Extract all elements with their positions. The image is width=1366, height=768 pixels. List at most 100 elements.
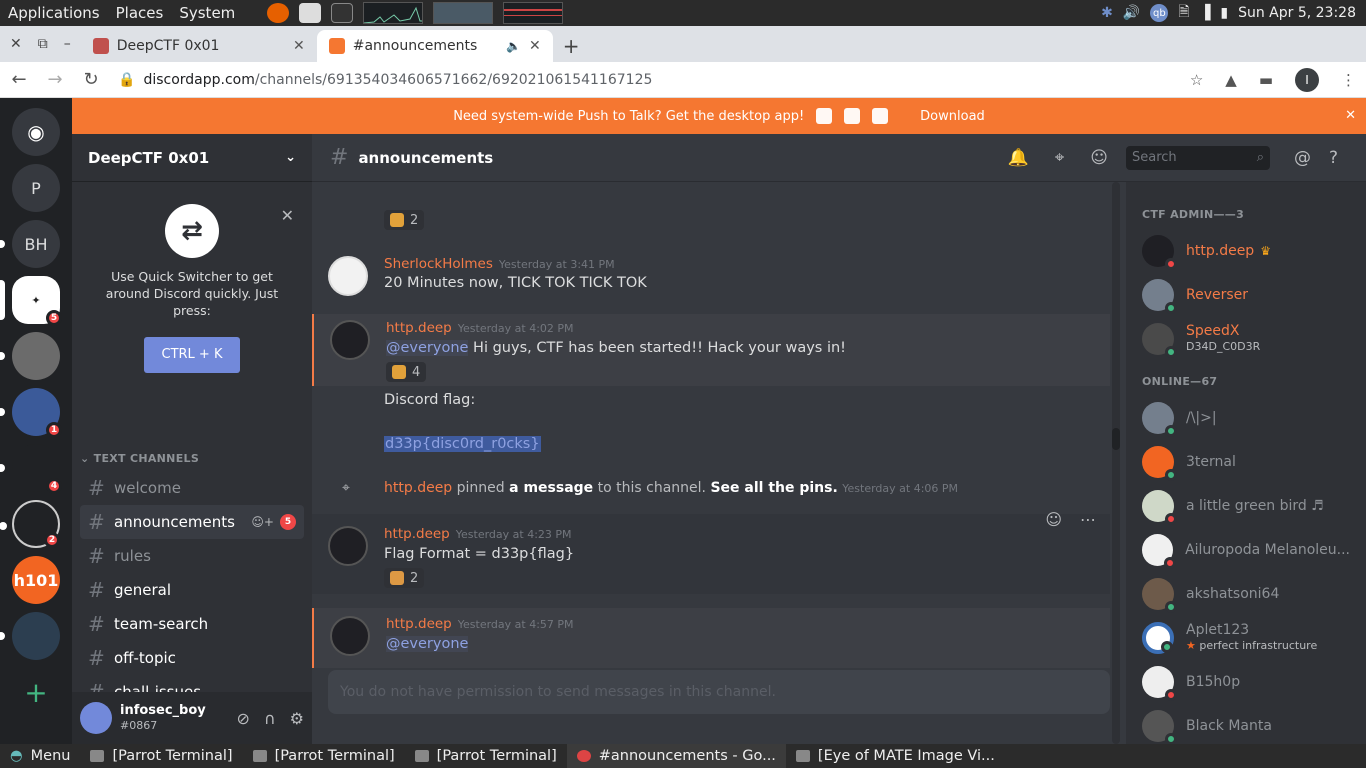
taskbar-item[interactable]: #announcements - Go... [566, 744, 786, 768]
tab-announcements[interactable]: #announcements 🔈 ✕ [316, 30, 553, 62]
pin-icon[interactable]: ⌖ [1055, 148, 1065, 168]
member-item[interactable]: Black Manta [1126, 704, 1366, 744]
members-icon[interactable]: ☺ [1090, 148, 1108, 168]
server-deepctf[interactable]: ✦ 5 [0, 276, 62, 326]
search-input[interactable]: Search ⌕ [1126, 145, 1270, 170]
download-link[interactable]: Download [920, 109, 985, 124]
invite-icon[interactable]: ☺+ [251, 515, 274, 529]
member-item[interactable]: Aplet123 ★ perfect infrastructure [1126, 616, 1366, 660]
everyone-mention[interactable]: @everyone [386, 636, 469, 652]
volume-icon[interactable]: 🔊 [1123, 5, 1140, 21]
text-editor-launcher-icon[interactable] [299, 3, 322, 23]
server-army[interactable]: 4 [0, 444, 62, 494]
avatar[interactable] [330, 320, 370, 360]
more-options-icon[interactable]: ⋯ [1080, 510, 1096, 529]
close-banner-icon[interactable]: ✕ [1345, 108, 1356, 123]
tab-deepctf[interactable]: DeepCTF 0x01 ✕ [81, 30, 317, 62]
firefox-launcher-icon[interactable] [267, 3, 290, 23]
bookmark-star-icon[interactable]: ☆ [1190, 71, 1203, 89]
scrollbar[interactable] [1112, 182, 1120, 744]
pin-author[interactable]: http.deep [384, 480, 452, 496]
new-tab-button[interactable]: + [553, 30, 590, 62]
close-tab-icon[interactable]: ✕ [529, 38, 541, 54]
channel-team-search[interactable]: # team-search [80, 607, 304, 641]
server-network[interactable] [0, 612, 60, 660]
clock[interactable]: Sun Apr 5, 23:28 [1238, 5, 1356, 21]
reaction-chip[interactable]: 4 [386, 362, 427, 382]
member-item[interactable]: a little green bird ♬ [1126, 484, 1366, 528]
minimize-window-icon[interactable]: – [64, 36, 71, 52]
taskbar-item[interactable]: [Parrot Terminal] [405, 744, 567, 768]
qbittorrent-icon[interactable]: qb [1150, 4, 1169, 22]
system-menu[interactable]: System [179, 4, 235, 22]
places-menu[interactable]: Places [116, 4, 164, 22]
message-author[interactable]: SherlockHolmes [384, 256, 493, 272]
help-icon[interactable]: ? [1329, 148, 1338, 168]
channel-category[interactable]: ⌄ TEXT CHANNELS [80, 452, 312, 465]
start-menu-button[interactable]: ◓ Menu [0, 744, 80, 768]
back-arrow-icon[interactable]: ← [10, 69, 28, 90]
scrollbar-thumb[interactable] [1112, 428, 1120, 450]
member-item[interactable]: http.deep ♛ [1126, 229, 1366, 273]
channel-off-topic[interactable]: # off-topic [80, 641, 304, 675]
member-item[interactable]: akshatsoni64 [1126, 572, 1366, 616]
channel-welcome[interactable]: # welcome [80, 471, 304, 505]
channel-announcements[interactable]: # announcements ☺+ 5 [80, 505, 304, 539]
extension-icon[interactable]: ▲ [1225, 71, 1237, 89]
battery-icon[interactable]: ▮ [1220, 5, 1228, 21]
avatar[interactable] [80, 702, 112, 734]
avatar[interactable] [330, 616, 370, 656]
server-h101[interactable]: h101 [12, 556, 60, 604]
see-pins-link[interactable]: See all the pins. [710, 480, 837, 496]
add-server-button[interactable]: + [12, 668, 60, 716]
more-menu-icon[interactable]: ⋮ [1341, 71, 1356, 89]
member-item[interactable]: Ailuropoda Melanoleu... [1126, 528, 1366, 572]
server-wolf[interactable]: 1 [0, 388, 62, 438]
close-window-icon[interactable]: ✕ [10, 36, 22, 52]
windows-icon[interactable] [872, 108, 889, 124]
file-icon[interactable]: 🗎 [1178, 1, 1189, 25]
signal-icon[interactable]: ▐ [1200, 5, 1211, 21]
bell-icon[interactable]: 🔔 [1008, 148, 1029, 168]
taskbar-item[interactable]: [Eye of MATE Image Vi... [786, 744, 1005, 768]
forward-arrow-icon[interactable]: → [46, 69, 64, 90]
avatar[interactable] [328, 256, 368, 296]
apple-icon[interactable] [816, 108, 833, 124]
server-header[interactable]: DeepCTF 0x01 ⌄ [72, 134, 312, 182]
mute-microphone-icon[interactable]: ⊘ [237, 709, 250, 728]
taskbar-item[interactable]: [Parrot Terminal] [80, 744, 242, 768]
address-bar[interactable]: 🔒 discordapp.com/channels/69135403460657… [118, 66, 1172, 94]
avatar[interactable] [328, 526, 368, 566]
message-author[interactable]: http.deep [386, 616, 452, 632]
server-cloud[interactable]: 2 [0, 500, 60, 548]
restore-window-icon[interactable]: ⧉ [38, 36, 48, 52]
server-bh[interactable]: BH [0, 220, 60, 268]
add-reaction-icon[interactable]: ☺ [1045, 510, 1062, 529]
discord-home-icon[interactable]: ◉ [12, 108, 60, 156]
channel-rules[interactable]: # rules [80, 539, 304, 573]
member-item[interactable]: /\|>| [1126, 396, 1366, 440]
android-icon[interactable] [844, 108, 861, 124]
message-author[interactable]: http.deep [384, 526, 450, 542]
channel-general[interactable]: # general [80, 573, 304, 607]
bluetooth-icon[interactable]: ✱ [1101, 5, 1113, 21]
close-tab-icon[interactable]: ✕ [293, 38, 305, 54]
tab-audio-icon[interactable]: 🔈 [506, 39, 521, 53]
close-icon[interactable]: ✕ [281, 206, 294, 225]
member-item[interactable]: B15h0p [1126, 660, 1366, 704]
incognito-icon[interactable]: ▬ [1259, 71, 1273, 89]
everyone-mention[interactable]: @everyone [386, 340, 469, 356]
terminal-launcher-icon[interactable] [331, 3, 354, 23]
applications-menu[interactable]: Applications [8, 4, 100, 22]
profile-avatar[interactable]: I [1295, 67, 1319, 92]
member-item[interactable]: 3ternal [1126, 440, 1366, 484]
gear-icon[interactable]: ⚙ [290, 709, 304, 728]
headphones-icon[interactable]: ∩ [264, 709, 276, 728]
member-item[interactable]: Reverser [1126, 273, 1366, 317]
pinned-message-link[interactable]: a message [509, 480, 593, 496]
reaction-chip[interactable]: 2 [384, 568, 425, 588]
taskbar-item[interactable]: [Parrot Terminal] [243, 744, 405, 768]
quick-switcher-key-button[interactable]: CTRL + K [144, 337, 240, 373]
server-p[interactable]: P [12, 164, 60, 212]
mention-icon[interactable]: @ [1294, 148, 1311, 168]
